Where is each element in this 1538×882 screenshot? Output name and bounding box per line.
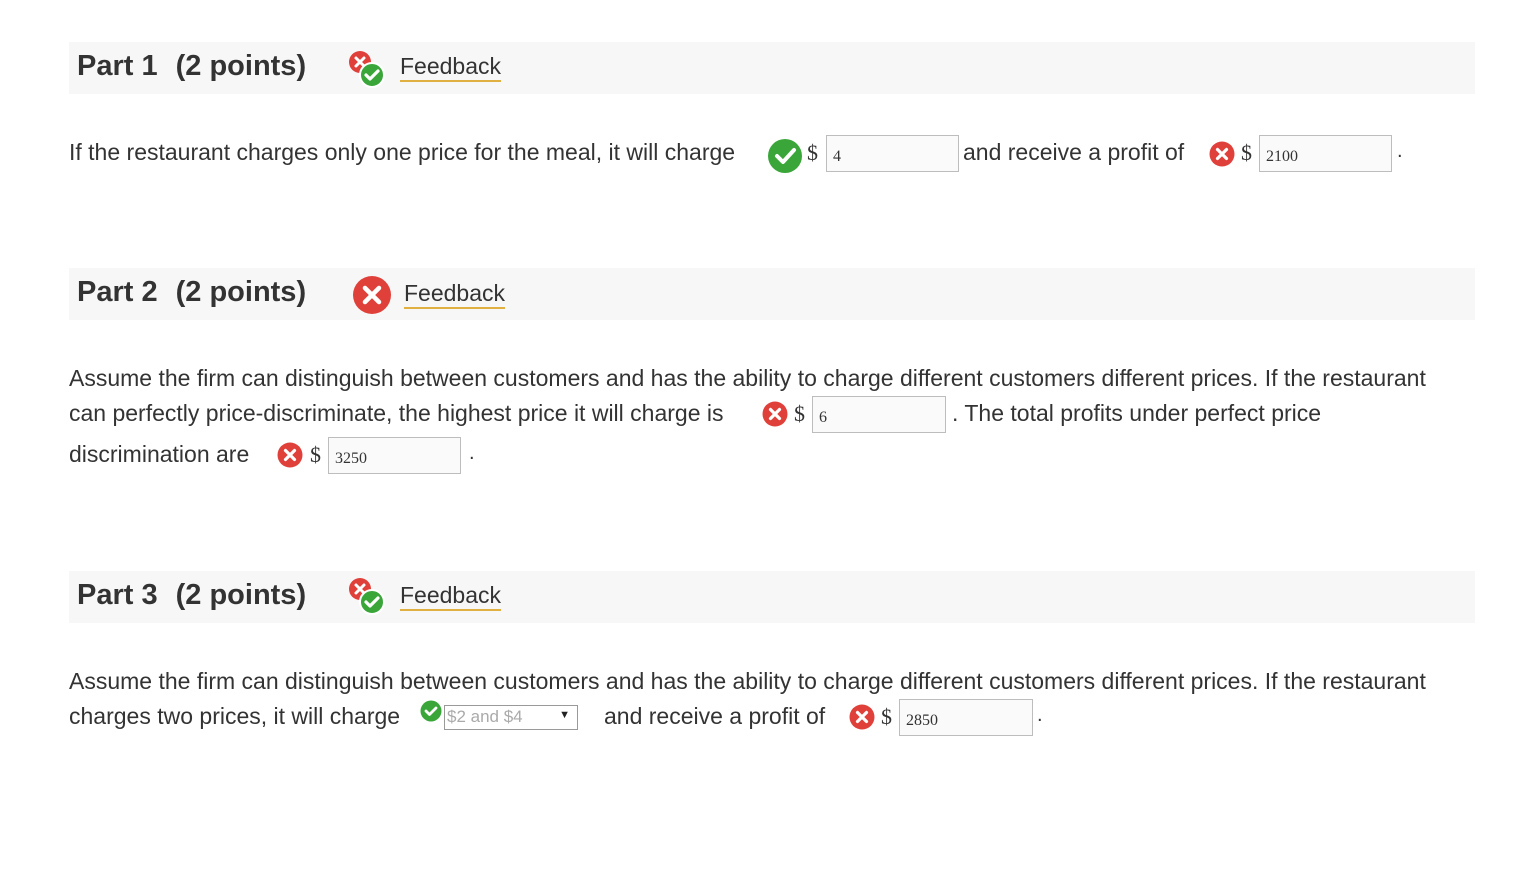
- currency-symbol: $: [1241, 140, 1252, 165]
- select-value: $2 and $4: [447, 707, 523, 726]
- part-1-profit-label: and receive a profit of: [963, 139, 1185, 165]
- feedback-link[interactable]: Feedback: [400, 53, 502, 82]
- part-3-question-line-2: charges two prices, it will charge: [69, 703, 401, 729]
- part-title-label: Part 1: [77, 50, 158, 82]
- currency-symbol: $: [310, 442, 321, 467]
- sentence-period: .: [469, 442, 475, 464]
- part-3-profit-label: and receive a profit of: [604, 703, 826, 729]
- mixed-correct-incorrect-icon: [349, 51, 385, 88]
- part-3-question-line-1: Assume the firm can distinguish between …: [69, 668, 1426, 694]
- profit-input[interactable]: [1259, 135, 1392, 172]
- incorrect-icon: [1209, 141, 1235, 167]
- part-title-label: Part 3: [77, 579, 158, 611]
- part-2-title: Part 2 (2 points): [77, 276, 306, 309]
- currency-symbol: $: [794, 401, 805, 426]
- part-2-question-line-3: discrimination are: [69, 441, 250, 467]
- part-title-label: Part 2: [77, 276, 158, 308]
- highest-price-input[interactable]: [812, 396, 946, 433]
- incorrect-icon: [849, 704, 875, 730]
- incorrect-icon: [277, 442, 303, 468]
- currency-symbol: $: [881, 704, 892, 729]
- part-2-question-line-2b: . The total profits under perfect price: [952, 400, 1322, 426]
- part-points: (2 points): [175, 579, 307, 611]
- sentence-period: .: [1397, 140, 1403, 162]
- incorrect-icon: [353, 276, 391, 314]
- price-input[interactable]: [826, 135, 959, 172]
- two-price-profit-input[interactable]: [899, 699, 1033, 736]
- correct-icon: [420, 700, 442, 722]
- feedback-link[interactable]: Feedback: [404, 280, 506, 309]
- part-1-header: Part 1 (2 points) Feedback: [69, 42, 1475, 94]
- part-2-question-line-1: Assume the firm can distinguish between …: [69, 365, 1426, 391]
- part-1-question-text: If the restaurant charges only one price…: [69, 139, 736, 165]
- incorrect-icon: [762, 401, 788, 427]
- total-profit-input[interactable]: [328, 437, 461, 474]
- sentence-period: .: [1037, 704, 1043, 726]
- part-points: (2 points): [175, 276, 307, 308]
- dropdown-arrow-icon: ▼: [559, 709, 570, 721]
- part-2-header: Part 2 (2 points) Feedback: [69, 268, 1475, 320]
- part-3-title: Part 3 (2 points): [77, 579, 306, 612]
- part-1-title: Part 1 (2 points): [77, 50, 306, 83]
- part-3-header: Part 3 (2 points) Feedback: [69, 571, 1475, 623]
- currency-symbol: $: [807, 140, 818, 165]
- mixed-correct-incorrect-icon: [349, 578, 385, 615]
- part-2-question-line-2: can perfectly price-discriminate, the hi…: [69, 400, 724, 426]
- feedback-link[interactable]: Feedback: [400, 582, 502, 611]
- correct-icon: [768, 139, 802, 173]
- part-points: (2 points): [175, 50, 307, 82]
- two-prices-select[interactable]: $2 and $4 ▼: [444, 705, 578, 730]
